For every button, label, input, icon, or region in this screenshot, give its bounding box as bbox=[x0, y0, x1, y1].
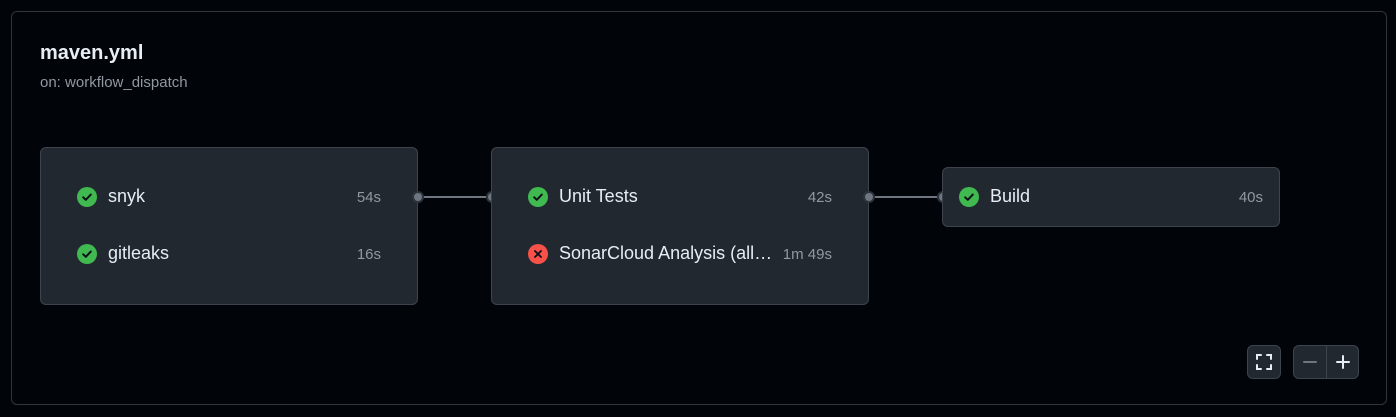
success-check-icon bbox=[77, 244, 97, 264]
success-check-icon bbox=[77, 187, 97, 207]
job-duration: 42s bbox=[807, 189, 832, 206]
job-duration: 54s bbox=[356, 189, 381, 206]
job-unit-tests[interactable]: Unit Tests 42s bbox=[492, 182, 868, 212]
workflow-title: maven.yml bbox=[40, 42, 144, 64]
minus-icon bbox=[1302, 354, 1318, 370]
failure-x-icon bbox=[528, 244, 548, 264]
plus-icon bbox=[1335, 354, 1351, 370]
stage-box-3: Build 40s bbox=[942, 167, 1280, 227]
job-sonarcloud-analysis[interactable]: SonarCloud Analysis (all… 1m 49s bbox=[492, 239, 868, 269]
job-build[interactable]: Build 40s bbox=[943, 182, 1279, 212]
job-duration: 1m 49s bbox=[782, 246, 832, 263]
zoom-controls bbox=[1293, 345, 1359, 379]
zoom-in-button[interactable] bbox=[1327, 346, 1359, 378]
job-name: Build bbox=[990, 186, 1031, 206]
job-snyk[interactable]: snyk 54s bbox=[41, 182, 417, 212]
job-gitleaks[interactable]: gitleaks 16s bbox=[41, 239, 417, 269]
workflow-graph-panel: maven.yml on: workflow_dispatch snyk 54s… bbox=[11, 11, 1387, 405]
fullscreen-button[interactable] bbox=[1247, 345, 1281, 379]
connector-line bbox=[875, 196, 937, 198]
success-check-icon bbox=[528, 187, 548, 207]
job-duration: 16s bbox=[356, 246, 381, 263]
success-check-icon bbox=[959, 187, 979, 207]
job-name: gitleaks bbox=[108, 243, 170, 263]
connector-dot bbox=[412, 191, 424, 203]
connector-dot bbox=[863, 191, 875, 203]
zoom-out-button[interactable] bbox=[1294, 346, 1326, 378]
job-name: Unit Tests bbox=[559, 186, 638, 206]
job-duration: 40s bbox=[1238, 189, 1263, 206]
job-name: snyk bbox=[108, 186, 146, 206]
fullscreen-icon bbox=[1255, 353, 1273, 371]
workflow-trigger: on: workflow_dispatch bbox=[40, 74, 188, 91]
job-name: SonarCloud Analysis (all… bbox=[559, 243, 773, 263]
connector-line bbox=[424, 196, 486, 198]
stage-box-1: snyk 54s gitleaks 16s bbox=[40, 147, 418, 305]
stage-box-2: Unit Tests 42s SonarCloud Analysis (all…… bbox=[491, 147, 869, 305]
